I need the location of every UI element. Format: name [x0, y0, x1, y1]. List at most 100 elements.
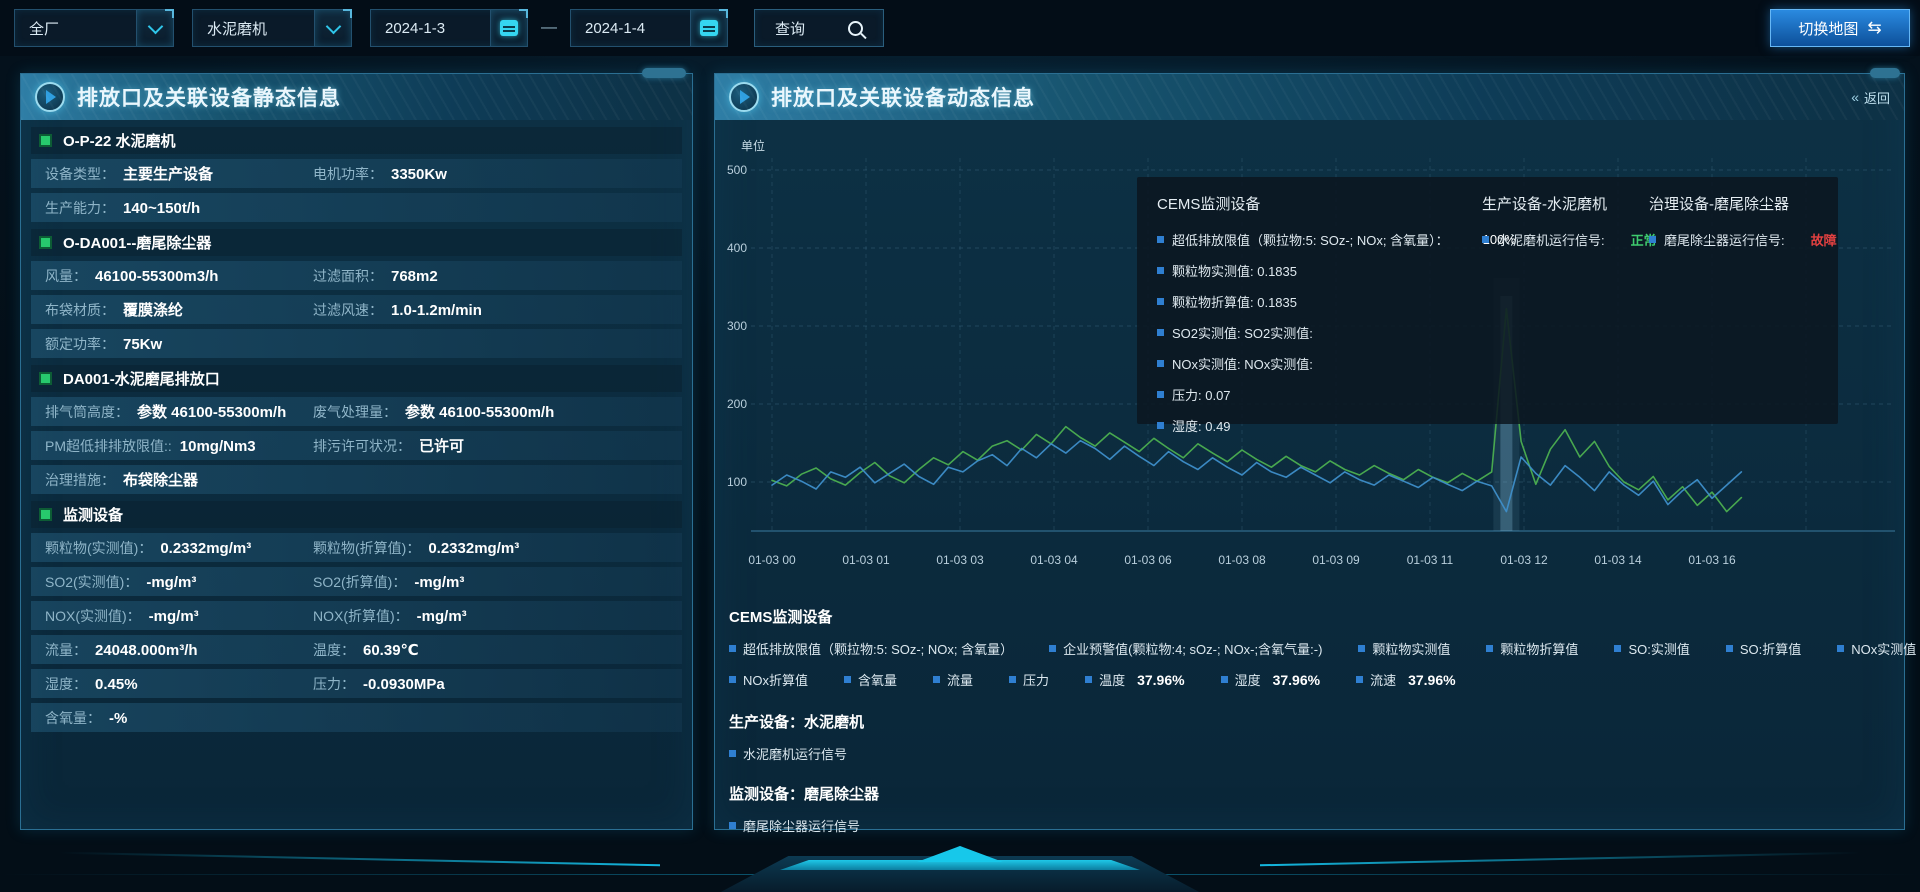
field-label: 额定功率： — [45, 334, 115, 354]
svg-text:01-03 09: 01-03 09 — [1312, 553, 1360, 567]
legend-item[interactable]: SO:实测值 — [1614, 639, 1689, 658]
field-label: 布袋材质： — [45, 300, 115, 320]
search-button[interactable]: 查询 — [754, 9, 884, 47]
end-date-picker[interactable]: 2024-1-4 — [570, 9, 728, 47]
legend-item[interactable]: NOx折算值 — [729, 670, 808, 689]
legend-square-icon — [1157, 267, 1164, 274]
play-circle-icon — [35, 82, 65, 112]
tooltip-treatment-label: 磨尾除尘器运行信号: — [1664, 230, 1785, 249]
device-select-value: 水泥磨机 — [193, 18, 267, 39]
info-cell: 布袋材质： 覆膜涤纶 — [45, 299, 313, 320]
footer-glow-line — [1260, 852, 1860, 867]
tooltip-item-label: SO2实测值: SO2实测值: — [1172, 323, 1313, 342]
legend-square-icon — [1726, 645, 1733, 652]
legend-square-icon — [1358, 645, 1365, 652]
device-select[interactable]: 水泥磨机 — [192, 9, 352, 47]
legend-item-label: 颗粒物实测值 — [1372, 639, 1450, 658]
legend-monitor-title: 监测设备：磨尾除尘器 — [729, 783, 1894, 804]
info-row: 治理措施：布袋除尘器 — [31, 465, 682, 494]
legend-item-label: 湿度 — [1235, 670, 1261, 689]
tooltip-item-label: NOx实测值: NOx实测值: — [1172, 354, 1313, 373]
section-header: O-DA001--磨尾除尘器 — [31, 229, 682, 256]
legend-item[interactable]: NOx实测值 — [1837, 639, 1916, 658]
tooltip-treatment-status: 故障 — [1811, 230, 1837, 249]
legend-item[interactable]: 流速37.96% — [1356, 670, 1456, 689]
field-value: 覆膜涤纶 — [123, 299, 183, 320]
tooltip-item-label: 压力: 0.07 — [1172, 385, 1231, 404]
info-cell: 颗粒物(实测值)：0.2332mg/m³ — [45, 538, 313, 558]
info-row: NOX(实测值)：-mg/m³NOX(折算值)：-mg/m³ — [31, 601, 682, 630]
calendar-icon — [500, 20, 518, 36]
tooltip-production-signal: 水泥磨机运行信号: 正常 — [1482, 230, 1657, 249]
field-value: 主要生产设备 — [123, 163, 213, 184]
tooltip-cems-rows: 超低排放限值（颗拉物:5: SOz-; NOx; 含氧量）：100% 颗粒物实测值… — [1157, 230, 1516, 435]
tooltip-treatment-column: 治理设备-磨尾除尘器 磨尾除尘器运行信号: 故障 — [1649, 193, 1837, 249]
legend-item[interactable]: 颗粒物折算值 — [1486, 639, 1578, 658]
legend-monitor-item[interactable]: 磨尾除尘器运行信号 — [729, 816, 1894, 835]
info-row: 湿度：0.45%压力：-0.0930MPa — [31, 669, 682, 698]
legend-square-icon — [933, 676, 940, 683]
svg-text:01-03 08: 01-03 08 — [1218, 553, 1266, 567]
field-value: 60.39℃ — [363, 641, 419, 659]
legend-item[interactable]: 颗粒物实测值 — [1358, 639, 1450, 658]
tooltip-item: 超低排放限值（颗拉物:5: SOz-; NOx; 含氧量）：100% — [1157, 230, 1516, 249]
decorative-footer — [0, 830, 1920, 892]
switch-map-button[interactable]: 切换地图 — [1770, 9, 1910, 47]
legend-square-icon — [1221, 676, 1228, 683]
legend-square-icon — [1614, 645, 1621, 652]
legend-item-label: 含氧量 — [858, 670, 897, 689]
start-date-value: 2024-1-3 — [371, 20, 445, 37]
info-cell: 颗粒物(折算值)：0.2332mg/m³ — [313, 538, 682, 558]
legend-item[interactable]: 企业预警值(颗粒物:4; sOz-; NOx-;含氧气量:-) — [1049, 639, 1322, 658]
legend-production-item[interactable]: 水泥磨机运行信号 — [729, 744, 1894, 763]
legend-item[interactable]: 超低排放限值（颗拉物:5: SOz-; NOx; 含氧量） — [729, 639, 1013, 658]
legend-square-icon — [1157, 329, 1164, 336]
legend-item-label: SO:实测值 — [1628, 639, 1689, 658]
legend-item[interactable]: SO:折算值 — [1726, 639, 1801, 658]
info-cell: 过滤面积：768m2 — [313, 266, 682, 286]
tooltip-production-title: 生产设备-水泥磨机 — [1482, 193, 1657, 214]
dashboard-page: { "top_bar": { "plant_select": {"value":… — [0, 0, 1920, 892]
start-date-picker[interactable]: 2024-1-3 — [370, 9, 528, 47]
info-cell: 湿度：0.45% — [45, 674, 313, 694]
info-cell: 含氧量：-% — [45, 708, 682, 728]
field-value: 768m2 — [391, 268, 438, 285]
back-button-label: 返回 — [1864, 88, 1890, 107]
legend-row-2: NOx折算值 含氧量 流量 压力 温度37.96% 湿度37.96% 流速37.96% — [729, 670, 1894, 689]
field-value: 75Kw — [123, 336, 162, 353]
tooltip-production-column: 生产设备-水泥磨机 水泥磨机运行信号: 正常 — [1482, 193, 1657, 249]
legend-square-icon — [1157, 422, 1164, 429]
legend-square-icon — [729, 822, 736, 829]
field-label: 设备类型： — [45, 164, 115, 184]
plant-select[interactable]: 全厂 — [14, 9, 174, 47]
left-panel-body: O-P-22 水泥磨机设备类型：主要生产设备电机功率：3350Kw生产能力：14… — [31, 120, 682, 821]
info-row: 设备类型： 主要生产设备 电机功率：3350Kw — [31, 159, 682, 188]
corner-accent — [343, 9, 352, 18]
legend-item[interactable]: 温度37.96% — [1085, 670, 1185, 689]
legend-item-label: 压力 — [1023, 670, 1049, 689]
legend-cems-title: CEMS监测设备 — [729, 606, 1894, 627]
info-row: 额定功率： 75Kw — [31, 329, 682, 358]
green-square-icon — [39, 508, 52, 521]
tooltip-item: SO2实测值: SO2实测值: — [1157, 323, 1516, 342]
legend-square-icon — [1486, 645, 1493, 652]
field-value: 3350Kw — [391, 166, 447, 183]
tooltip-item-label: 超低排放限值（颗拉物:5: SOz-; NOx; 含氧量）： — [1172, 230, 1449, 249]
legend-square-icon — [1356, 676, 1363, 683]
legend-square-icon — [1157, 391, 1164, 398]
footer-center-bar — [780, 860, 1140, 870]
footer-glow-line — [1160, 874, 1920, 875]
legend-item[interactable]: 流量 — [933, 670, 973, 689]
panel-scroll-tab[interactable] — [642, 68, 686, 78]
legend-item[interactable]: 压力 — [1009, 670, 1049, 689]
legend-item[interactable]: 湿度37.96% — [1221, 670, 1321, 689]
back-button[interactable]: 返回 — [1851, 74, 1890, 120]
field-value: -0.0930MPa — [363, 676, 445, 693]
legend-item[interactable]: 含氧量 — [844, 670, 897, 689]
date-range-separator: — — [541, 19, 557, 37]
info-cell: 电机功率：3350Kw — [313, 164, 682, 184]
tooltip-item-label: 颗粒物实测值: 0.1835 — [1172, 261, 1297, 280]
dynamic-info-panel-header: 排放口及关联设备动态信息 — [715, 74, 1904, 120]
field-label: 生产能力： — [45, 198, 115, 218]
field-label: 过滤风速： — [313, 300, 383, 320]
